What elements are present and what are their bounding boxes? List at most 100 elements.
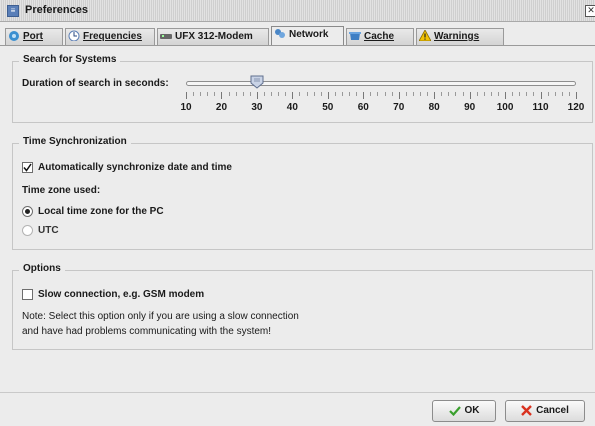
slider-tick-label: 50 xyxy=(322,102,334,113)
slow-connection-checkbox[interactable] xyxy=(22,289,33,300)
slider-tick xyxy=(462,92,464,96)
tab-port[interactable]: Port xyxy=(5,28,63,45)
utc-label[interactable]: UTC xyxy=(38,225,59,236)
ok-label: OK xyxy=(464,405,480,416)
note-line-1: Note: Select this option only if you are… xyxy=(22,311,299,322)
slider-tick-label: 80 xyxy=(428,102,440,113)
tab-frequencies[interactable]: Frequencies xyxy=(65,28,155,45)
slider-tick xyxy=(306,92,308,96)
slow-connection-label[interactable]: Slow connection, e.g. GSM modem xyxy=(38,289,204,300)
slider-tick xyxy=(200,92,202,96)
slider-tick xyxy=(228,92,230,96)
slider-tick xyxy=(554,92,556,96)
slider-tick xyxy=(370,92,372,96)
slider-tick-label: 120 xyxy=(567,102,585,113)
slider-tick xyxy=(576,92,577,99)
port-icon xyxy=(8,30,20,41)
time-sync-group: Time Synchronization xyxy=(12,136,593,250)
slider-tick xyxy=(434,92,436,99)
preferences-app-icon: ≡ xyxy=(7,5,19,17)
duration-slider-track[interactable] xyxy=(186,81,576,86)
tab-ufx-modem[interactable]: UFX 312-Modem xyxy=(157,28,269,45)
note-line-2: and have had problems communicating with… xyxy=(22,326,272,337)
slider-tick xyxy=(256,92,258,99)
slider-tick-label: 10 xyxy=(180,102,192,113)
slider-tick xyxy=(193,92,195,96)
slider-tick xyxy=(299,92,301,96)
options-group-title: Options xyxy=(19,263,65,274)
slider-tick xyxy=(519,92,521,96)
slider-tick xyxy=(221,92,223,99)
duration-slider-thumb[interactable] xyxy=(250,75,264,89)
cancel-x-icon xyxy=(521,405,532,416)
footer-divider xyxy=(0,392,595,393)
tab-label: Port xyxy=(23,31,43,42)
slider-tick xyxy=(384,92,386,96)
slider-tick-label: 70 xyxy=(393,102,405,113)
local-timezone-radio[interactable] xyxy=(22,206,33,217)
slider-tick xyxy=(334,92,336,96)
tab-label: UFX 312-Modem xyxy=(175,31,253,42)
time-sync-group-title: Time Synchronization xyxy=(19,136,131,147)
ok-check-icon xyxy=(448,406,461,417)
slider-tick xyxy=(377,92,379,96)
slider-tick xyxy=(533,92,535,96)
slider-tick-label: 60 xyxy=(357,102,369,113)
cancel-label: Cancel xyxy=(536,405,569,416)
slider-tick-label: 30 xyxy=(251,102,263,113)
tab-network[interactable]: Network xyxy=(271,26,344,46)
slider-tick xyxy=(490,92,492,96)
options-group: Options xyxy=(12,263,593,350)
tab-label: Network xyxy=(289,29,329,40)
slider-tick xyxy=(264,92,265,96)
slider-tick xyxy=(420,92,421,96)
warning-icon xyxy=(418,29,432,42)
slider-tick xyxy=(512,92,514,96)
network-icon xyxy=(274,28,286,39)
slider-tick xyxy=(469,92,471,99)
slider-tick xyxy=(448,92,450,96)
slider-tick xyxy=(214,92,216,96)
slider-tick xyxy=(547,92,549,96)
duration-label: Duration of search in seconds: xyxy=(22,78,169,89)
timezone-label: Time zone used: xyxy=(22,185,101,196)
cache-icon xyxy=(349,30,361,41)
slider-tick xyxy=(356,92,358,96)
slider-tick xyxy=(427,92,429,96)
tab-label: Warnings xyxy=(434,31,480,42)
title-bar: ≡ Preferences ✕ xyxy=(0,0,595,22)
slider-tick xyxy=(235,92,237,96)
tab-label: Frequencies xyxy=(83,31,142,42)
tab-warnings[interactable]: Warnings xyxy=(416,28,504,45)
local-timezone-label[interactable]: Local time zone for the PC xyxy=(38,206,164,217)
window-title: Preferences xyxy=(25,4,88,16)
duration-slider-ticks xyxy=(186,92,577,100)
slider-tick xyxy=(271,92,273,96)
slider-tick xyxy=(561,92,563,96)
auto-sync-text: Automatically synchronize date and time xyxy=(38,162,232,173)
slider-tick xyxy=(242,92,244,96)
auto-sync-checkbox[interactable] xyxy=(22,162,33,173)
slider-tick xyxy=(568,92,570,96)
cancel-button[interactable]: Cancel xyxy=(505,400,585,422)
tab-cache[interactable]: Cache xyxy=(346,28,414,45)
slider-tick xyxy=(249,92,251,96)
slider-tick xyxy=(476,92,478,96)
slider-tick xyxy=(349,92,351,96)
slider-tick xyxy=(398,92,400,99)
slider-tick xyxy=(186,92,187,99)
slider-tick xyxy=(412,92,414,96)
slider-tick-label: 100 xyxy=(496,102,514,113)
utc-radio[interactable] xyxy=(22,225,33,236)
slider-tick xyxy=(441,92,443,96)
slider-tick xyxy=(207,92,209,96)
slider-tick xyxy=(405,92,407,96)
tab-bar: Port Frequencies UFX 312-Modem Network C… xyxy=(4,26,595,46)
ok-button[interactable]: OK xyxy=(432,400,496,422)
close-icon[interactable]: ✕ xyxy=(585,5,595,17)
slider-tick-label: 110 xyxy=(532,102,549,113)
auto-sync-label[interactable]: Automatically synchronize date and time xyxy=(38,162,232,173)
slider-tick xyxy=(391,92,393,96)
slider-tick xyxy=(455,92,457,96)
frequencies-icon xyxy=(68,30,80,42)
